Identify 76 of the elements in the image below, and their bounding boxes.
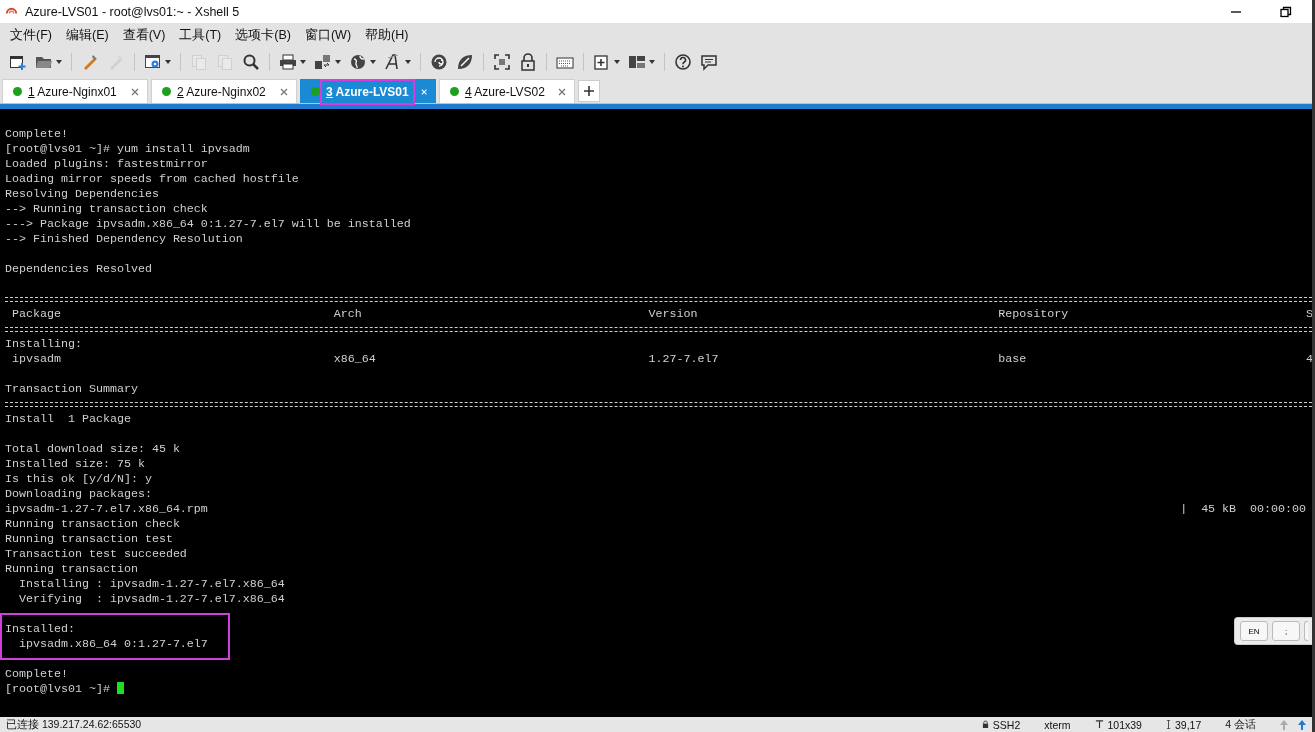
terminal-text: Arch <box>333 307 362 321</box>
terminal-text: 4 <box>1306 352 1312 366</box>
caret-icon <box>335 60 341 64</box>
ime-key[interactable]: ; <box>1272 621 1300 641</box>
terminal-line: Running transaction test <box>5 532 173 546</box>
terminal-line: Running transaction <box>5 562 138 576</box>
menu-item[interactable]: 选项卡(B) <box>228 26 298 44</box>
terminal-line: Resolving Dependencies <box>5 187 159 201</box>
terminal-line: ipvsadm-1.27-7.el7.x86_64.rpm <box>5 502 209 517</box>
terminal-line: --> Running transaction check <box>5 202 208 216</box>
terminal-line: Installing : ipvsadm-1.27-7.el7.x86_64 <box>18 577 285 591</box>
terminal-line: Downloading packages: <box>5 487 152 501</box>
session-tab[interactable]: 2 Azure-Nginx02 <box>151 79 297 103</box>
menu-item[interactable]: 工具(T) <box>172 26 229 44</box>
close-icon[interactable] <box>558 87 566 96</box>
arrow-up-icon[interactable] <box>1298 719 1306 730</box>
terminal-line: Install 1 Package <box>5 412 131 426</box>
caret-icon <box>370 60 376 64</box>
connection-status: 已连接 139.217.24.62:65530 <box>6 717 142 732</box>
terminal-line: Loaded plugins: fastestmirror <box>5 157 208 171</box>
caret-icon <box>165 60 171 64</box>
ime-key[interactable]: EN <box>1240 621 1268 641</box>
caret-icon <box>405 60 411 64</box>
terminal-line: Installing: <box>5 337 82 351</box>
caret-icon <box>1165 720 1171 729</box>
terminal-line: Dependencies Resolved <box>5 262 152 276</box>
terminal-text: x86_64 <box>333 352 376 366</box>
status-text: 4 会话 <box>1225 717 1256 732</box>
caret-icon <box>614 60 620 64</box>
plus-icon <box>584 86 594 96</box>
resize-icon <box>1094 720 1104 729</box>
menu-item[interactable]: 编辑(E) <box>58 26 116 44</box>
terminal-text: | 45 kB 00:00:00 <box>1180 502 1308 517</box>
terminal-text: Package <box>12 307 61 321</box>
close-icon[interactable] <box>280 87 288 96</box>
caret-icon <box>56 60 62 64</box>
terminal-text: Repository <box>998 307 1069 321</box>
menu-item[interactable]: 窗口(W) <box>297 26 359 44</box>
restore-icon[interactable] <box>1280 5 1292 18</box>
terminal-text: S <box>1306 307 1312 321</box>
status-text: xterm <box>1044 718 1071 731</box>
terminal-line: Is this ok [y/d/N]: y <box>5 472 152 486</box>
terminal-line: Installed: <box>5 622 75 636</box>
terminal-line: [root@lvs01 ~]# <box>5 682 111 696</box>
terminal-line: ipvsadm.x86_64 0:1.27-7.el7 <box>18 637 208 651</box>
caret-icon <box>649 60 655 64</box>
session-tab[interactable]: 1 Azure-Nginx01 <box>2 79 148 103</box>
menu-item[interactable]: 文件(F) <box>3 26 59 44</box>
terminal-line: [root@lvs01 ~]# yum install ipvsadm <box>5 142 250 156</box>
close-icon[interactable] <box>131 87 139 96</box>
terminal-line: Installed size: 75 k <box>5 457 145 471</box>
terminal-line: Running transaction check <box>5 517 180 531</box>
terminal-text: Version <box>648 307 698 321</box>
terminal-text: 1.27-7.el7 <box>648 352 719 366</box>
terminal-line: Total download size: 45 k <box>5 442 180 456</box>
session-tab[interactable]: 4 Azure-LVS02 <box>439 79 575 103</box>
menu-item[interactable]: 帮助(H) <box>358 26 416 44</box>
terminal-line: Complete! <box>5 127 68 141</box>
status-text: 39,17 <box>1174 718 1202 731</box>
terminal-line: Transaction Summary <box>5 382 138 396</box>
terminal-text: base <box>998 352 1027 366</box>
terminal-line: Transaction test succeeded <box>5 547 187 561</box>
terminal-line: Verifying : ipvsadm-1.27-7.el7.x86_64 <box>18 592 285 606</box>
terminal-text: ipvsadm <box>12 352 61 366</box>
terminal-line: ---> Package ipvsadm.x86_64 0:1.27-7.el7 will be installed <box>5 217 411 231</box>
caret-icon <box>300 60 306 64</box>
status-text: SSH2 <box>992 718 1021 731</box>
menu-item[interactable]: 查看(V) <box>115 26 173 44</box>
terminal-line: Complete! <box>5 667 68 681</box>
terminal-line: --> Finished Dependency Resolution <box>5 232 243 246</box>
session-tab[interactable]: 3 Azure-LVS01 <box>300 79 436 103</box>
status-text: 101x39 <box>1107 718 1142 731</box>
lock-icon <box>981 720 989 729</box>
terminal-line: Loading mirror speeds from cached hostfile <box>5 172 299 186</box>
add-tab-button[interactable] <box>578 80 600 102</box>
window-title: Azure-LVS01 - root@lvs01:~ - Xshell 5 <box>25 4 240 19</box>
